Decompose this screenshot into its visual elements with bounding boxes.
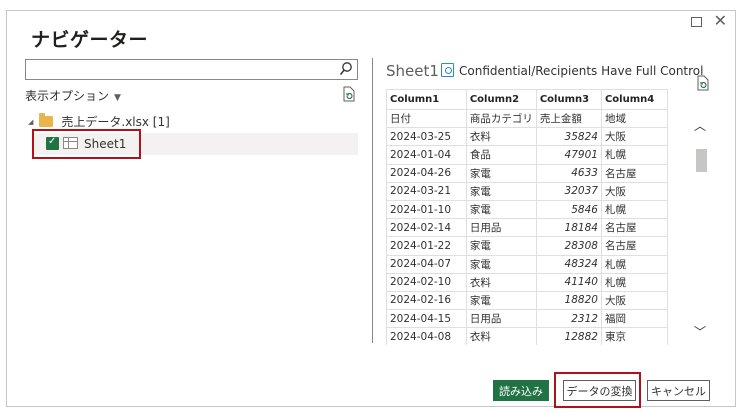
table-cell: 35824 (535, 127, 602, 147)
table-cell: 18184 (535, 218, 602, 238)
search-input[interactable] (25, 59, 358, 80)
table-row: 2024-01-04 食品 47901 札幌 (386, 145, 668, 165)
table-cell: 12882 (535, 327, 602, 345)
sensitivity-label: Confidential/Recipients Have Full Contro… (459, 64, 704, 78)
table-cell: 食品 (465, 145, 537, 165)
search-icon (339, 62, 352, 75)
column-header[interactable]: Column4 (600, 89, 668, 110)
table-cell: 2024-04-15 (386, 309, 467, 329)
table-cell: 2024-02-14 (386, 218, 467, 238)
column-header[interactable]: Column3 (535, 89, 602, 110)
table-cell: 名古屋 (600, 218, 668, 238)
tree-file-node[interactable]: ◢ 売上データ.xlsx [1] (28, 113, 170, 130)
table-cell: 日用品 (465, 309, 537, 329)
column-header[interactable]: Column2 (465, 89, 537, 110)
table-cell: 2024-04-07 (386, 254, 467, 274)
table-cell: 48324 (535, 254, 602, 274)
table-cell: 衣料 (465, 272, 537, 292)
data-preview-grid[interactable]: Column1 Column2 Column3 Column4 日付 商品カテゴ… (386, 89, 668, 345)
dialog-title: ナビゲーター (31, 29, 149, 51)
table-cell: 家電 (465, 254, 537, 274)
table-cell: 日付 (386, 108, 467, 129)
table-row: 2024-03-25 衣料 35824 大阪 (386, 127, 668, 147)
sensitivity-label-icon (441, 63, 454, 77)
table-row: 2024-03-21 家電 32037 大阪 (386, 181, 668, 201)
table-cell: 家電 (465, 199, 537, 220)
table-cell: 衣料 (465, 127, 537, 147)
table-row: 2024-02-14 日用品 18184 名古屋 (386, 218, 668, 238)
close-button[interactable]: ✕ (714, 11, 727, 30)
chevron-up-icon[interactable]: ︿ (694, 117, 706, 134)
table-cell: 2024-02-10 (386, 272, 467, 292)
chevron-down-icon[interactable]: ﹀ (694, 323, 706, 340)
table-row: 2024-01-22 家電 28308 名古屋 (386, 236, 668, 256)
table-cell: 地域 (600, 108, 668, 129)
table-cell: 家電 (465, 163, 537, 183)
table-cell: 2024-04-08 (386, 327, 467, 345)
collapse-triangle-icon[interactable]: ◢ (28, 118, 33, 126)
table-row: 2024-04-08 衣料 12882 東京 (386, 327, 668, 345)
preview-title: Sheet1 (386, 62, 439, 80)
table-cell: 札幌 (600, 199, 668, 220)
display-options-dropdown[interactable]: 表示オプション ▼ (25, 87, 121, 104)
table-cell: 2024-03-21 (386, 181, 467, 201)
table-cell: 2024-01-10 (386, 199, 467, 220)
column-header[interactable]: Column1 (386, 89, 467, 110)
table-cell: 商品カテゴリ (465, 108, 537, 129)
table-cell: 福岡 (600, 309, 668, 329)
table-cell: 41140 (535, 272, 602, 292)
refresh-icon[interactable] (696, 75, 710, 91)
table-cell: 名古屋 (600, 236, 668, 256)
table-cell: 2024-03-25 (386, 127, 467, 147)
chevron-down-icon: ▼ (114, 93, 121, 103)
table-cell: 5846 (535, 199, 602, 220)
table-cell: 2024-02-16 (386, 290, 467, 311)
table-cell: 4633 (535, 163, 602, 183)
table-cell: 家電 (465, 290, 537, 311)
table-row: 2024-04-26 家電 4633 名古屋 (386, 163, 668, 183)
table-row: 2024-01-10 家電 5846 札幌 (386, 199, 668, 220)
table-cell: 47901 (535, 145, 602, 165)
table-cell: 名古屋 (600, 163, 668, 183)
table-cell: 札幌 (600, 254, 668, 274)
table-cell: 衣料 (465, 327, 537, 345)
table-cell: 2312 (535, 309, 602, 329)
table-cell: 札幌 (600, 145, 668, 165)
table-row: 2024-02-16 家電 18820 大阪 (386, 290, 668, 311)
sheet-highlight-box (32, 129, 141, 159)
file-label: 売上データ.xlsx [1] (61, 115, 170, 129)
scrollbar-thumb[interactable] (696, 149, 707, 172)
table-cell: 2024-01-22 (386, 236, 467, 256)
table-cell: 2024-01-04 (386, 145, 467, 165)
table-cell: 日用品 (465, 218, 537, 238)
table-cell: 大阪 (600, 290, 668, 311)
cancel-button[interactable]: キャンセル (647, 380, 710, 401)
pane-divider[interactable] (372, 58, 373, 343)
table-row: 日付 商品カテゴリ 売上金額 地域 (386, 108, 668, 129)
table-cell: 28308 (535, 236, 602, 256)
vertical-scrollbar[interactable]: ︿ ﹀ (689, 111, 713, 346)
display-options-label: 表示オプション (25, 89, 110, 103)
maximize-button[interactable] (691, 17, 702, 27)
table-cell: 18820 (535, 290, 602, 311)
table-cell: 東京 (600, 327, 668, 345)
table-cell: 32037 (535, 181, 602, 201)
table-cell: 大阪 (600, 127, 668, 147)
table-cell: 家電 (465, 181, 537, 201)
load-button[interactable]: 読み込み (493, 380, 549, 401)
transform-data-button[interactable]: データの変換 (563, 380, 636, 401)
table-row: 2024-04-07 家電 48324 札幌 (386, 254, 668, 274)
table-cell: 売上金額 (535, 108, 602, 129)
table-cell: 2024-04-26 (386, 163, 467, 183)
table-cell: 札幌 (600, 272, 668, 292)
table-row: 2024-02-10 衣料 41140 札幌 (386, 272, 668, 292)
folder-icon (39, 113, 54, 127)
table-cell: 大阪 (600, 181, 668, 201)
table-row: 2024-04-15 日用品 2312 福岡 (386, 309, 668, 329)
refresh-icon[interactable] (342, 86, 356, 102)
table-cell: 家電 (465, 236, 537, 256)
